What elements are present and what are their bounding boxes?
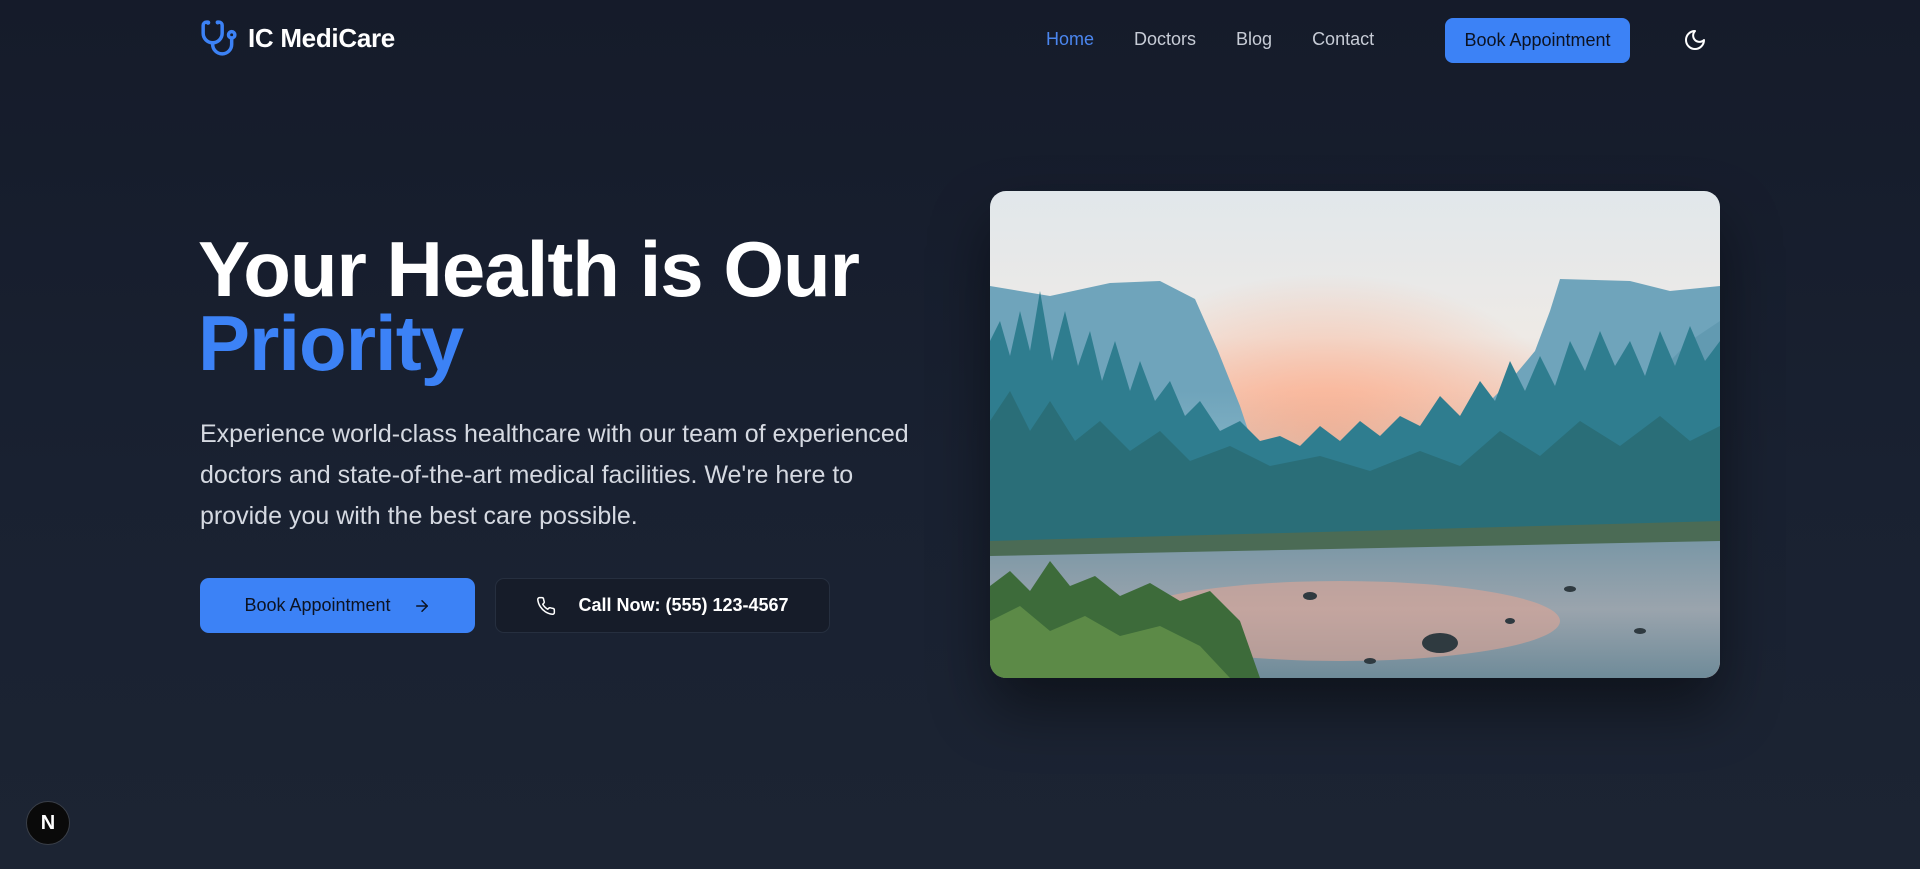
nav-link-contact[interactable]: Contact bbox=[1312, 29, 1374, 50]
hero-title-highlight: Priority bbox=[198, 299, 464, 387]
hero-book-appointment-label: Book Appointment bbox=[244, 595, 391, 615]
next-dev-badge[interactable]: N bbox=[26, 801, 70, 845]
nav-links: Home Doctors Blog Contact bbox=[1046, 29, 1414, 50]
call-now-button[interactable]: Call Now: (555) 123-4567 bbox=[495, 578, 830, 633]
brand-name: IC MediCare bbox=[248, 22, 395, 53]
nav-link-blog[interactable]: Blog bbox=[1236, 29, 1272, 50]
hero-title: Your Health is Our Priority bbox=[198, 225, 860, 387]
call-now-label: Call Now: (555) 123-4567 bbox=[578, 595, 789, 615]
hero-book-appointment-button[interactable]: Book Appointment bbox=[200, 578, 475, 633]
top-navbar: IC MediCare Home Doctors Blog Contact Bo… bbox=[0, 0, 1920, 80]
hero-landscape-image bbox=[990, 191, 1720, 678]
nav-link-doctors[interactable]: Doctors bbox=[1134, 29, 1196, 50]
moon-icon[interactable] bbox=[1683, 28, 1707, 52]
stethoscope-icon bbox=[201, 20, 237, 56]
nav-link-home[interactable]: Home bbox=[1046, 29, 1094, 50]
phone-icon bbox=[537, 596, 556, 615]
hero-description: Experience world-class healthcare with o… bbox=[200, 420, 909, 530]
hero-title-line1: Your Health is Our bbox=[198, 225, 860, 313]
landscape-image bbox=[990, 191, 1720, 678]
arrow-right-icon bbox=[415, 599, 428, 612]
nav-book-appointment-button[interactable]: Book Appointment bbox=[1445, 18, 1630, 63]
brand-logo[interactable]: IC MediCare bbox=[200, 19, 395, 57]
next-dev-badge-label: N bbox=[40, 811, 56, 834]
